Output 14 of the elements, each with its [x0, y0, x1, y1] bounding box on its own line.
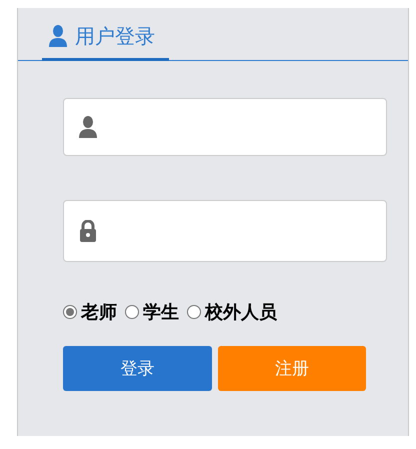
lock-icon	[78, 220, 98, 242]
role-label: 学生	[143, 301, 179, 324]
user-icon	[78, 116, 98, 138]
radio-button[interactable]	[187, 305, 201, 319]
username-field[interactable]	[63, 98, 387, 156]
register-button[interactable]: 注册	[218, 346, 366, 391]
radio-button[interactable]	[125, 305, 139, 319]
user-icon	[48, 25, 68, 47]
password-field[interactable]	[63, 200, 387, 262]
login-button[interactable]: 登录	[63, 346, 212, 391]
role-label: 校外人员	[205, 301, 277, 324]
login-tab[interactable]: 用户登录	[42, 14, 169, 61]
role-label: 老师	[81, 301, 117, 324]
radio-button[interactable]	[63, 305, 77, 319]
